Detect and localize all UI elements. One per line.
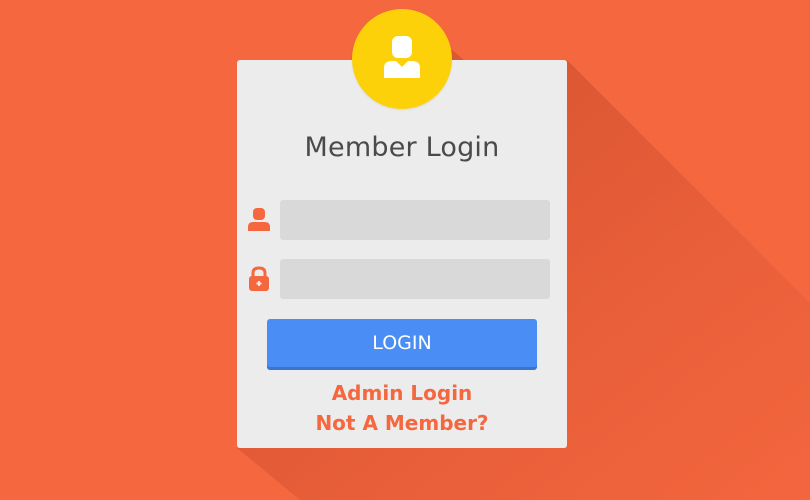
admin-login-link[interactable]: Admin Login <box>237 381 567 405</box>
login-button[interactable]: LOGIN <box>267 319 537 367</box>
user-icon <box>246 206 272 232</box>
lock-icon <box>246 266 272 292</box>
username-field[interactable] <box>280 200 550 240</box>
not-a-member-link[interactable]: Not A Member? <box>237 411 567 435</box>
user-avatar-icon <box>384 36 420 78</box>
password-field[interactable] <box>280 259 550 299</box>
page-title: Member Login <box>304 132 500 163</box>
avatar <box>352 9 452 109</box>
